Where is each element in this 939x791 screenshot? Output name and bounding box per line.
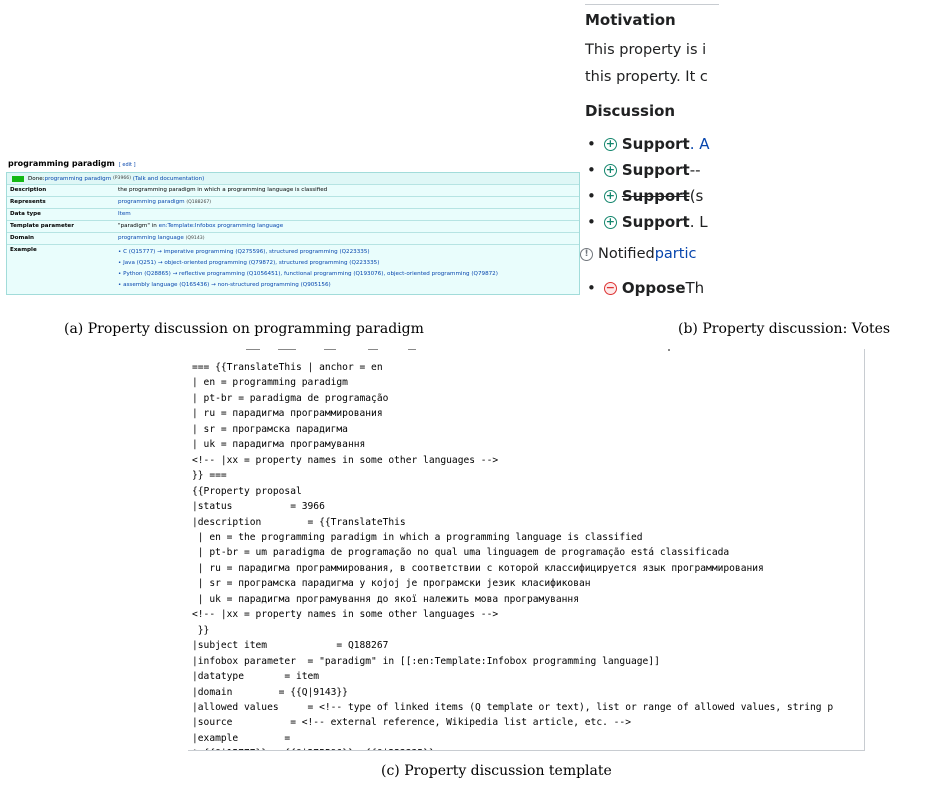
vote-item: • − Oppose Th xyxy=(587,279,704,297)
domain-id: (Q9143) xyxy=(185,236,205,241)
example-item[interactable]: assembly language (Q165436) → non-struct… xyxy=(118,280,579,291)
notified-text: Notified xyxy=(598,246,655,262)
property-proposal-box: programming paradigm [ edit ] Done: progr… xyxy=(6,159,580,305)
property-id: (P3966) xyxy=(112,176,132,181)
proposal-title: programming paradigm [ edit ] xyxy=(8,159,136,168)
done-status-badge xyxy=(12,175,24,182)
row-key: Template parameter xyxy=(10,223,74,229)
table-row: Domain programming language (Q9143) xyxy=(7,233,579,245)
table-row: Template parameter "paradigm" in en:Temp… xyxy=(7,221,579,233)
domain-link[interactable]: programming language xyxy=(118,235,184,241)
vote-item: • + Support -- xyxy=(587,161,701,179)
motivation-heading: Motivation xyxy=(585,11,676,29)
represents-link[interactable]: programming paradigm xyxy=(118,199,185,205)
row-key: Represents xyxy=(10,199,46,205)
example-item[interactable]: Python (Q28865) → reflective programming… xyxy=(118,269,579,280)
caption-c: (c) Property discussion template xyxy=(381,763,612,779)
vote-rest: (s xyxy=(689,187,704,205)
votes-panel: Motivation This property is i this prope… xyxy=(579,0,719,308)
table-row: Data type Item xyxy=(7,209,579,221)
info-icon: ! xyxy=(580,247,593,261)
represents-id: (Q188267) xyxy=(186,200,212,205)
vote-label: Support xyxy=(621,213,690,231)
row-value: programming paradigm (Q188267) xyxy=(118,197,579,206)
vote-label: Support xyxy=(621,135,690,153)
row-value: "paradigm" in en:Template:Infobox progra… xyxy=(118,221,579,230)
row-value: C (Q15777) → imperative programming (Q27… xyxy=(118,245,579,292)
row-key: Data type xyxy=(10,211,41,217)
status-prefix: Done: xyxy=(28,175,45,182)
template-link[interactable]: en:Template:Infobox programming language xyxy=(159,223,284,229)
discussion-heading: Discussion xyxy=(585,102,676,120)
vote-label: Oppose xyxy=(621,279,686,297)
vote-item: • + Support (s xyxy=(587,187,703,205)
support-icon: + xyxy=(603,188,617,203)
row-key: Domain xyxy=(10,235,34,241)
datatype-link[interactable]: Item xyxy=(118,211,131,217)
support-icon: + xyxy=(603,162,617,177)
table-row: Description the programming paradigm in … xyxy=(7,185,579,197)
example-list: C (Q15777) → imperative programming (Q27… xyxy=(118,247,579,291)
status-row: Done: programming paradigm (P3966) (Talk… xyxy=(7,173,579,185)
wikitext-source[interactable]: === {{TranslateThis | anchor = en | en =… xyxy=(192,360,833,750)
property-link[interactable]: programming paradigm xyxy=(45,176,112,182)
bullet: • xyxy=(587,279,596,297)
bullet: • xyxy=(587,187,596,205)
example-item[interactable]: C (Q15777) → imperative programming (Q27… xyxy=(118,247,579,258)
cut-off-line xyxy=(619,302,679,308)
clipped-toolbar xyxy=(246,349,670,351)
divider xyxy=(585,4,719,5)
vote-item: • + Support. L xyxy=(587,213,708,231)
row-value: the programming paradigm in which a prog… xyxy=(118,187,328,193)
table-row: Example C (Q15777) → imperative programm… xyxy=(7,245,579,294)
vote-item: • + Support. A xyxy=(587,135,710,153)
bullet: • xyxy=(587,213,596,231)
edit-link[interactable]: [ edit ] xyxy=(119,162,136,168)
vote-rest: Th xyxy=(685,279,705,297)
template-param-text: "paradigm" in xyxy=(118,223,159,229)
bullet: • xyxy=(587,135,596,153)
proposal-title-text: programming paradigm xyxy=(8,159,115,168)
support-icon: + xyxy=(603,214,617,229)
proposal-table: Done: programming paradigm (P3966) (Talk… xyxy=(6,172,580,295)
vote-rest: -- xyxy=(689,161,701,179)
row-key: Description xyxy=(10,187,47,193)
vote-rest[interactable]: . A xyxy=(690,135,710,153)
talk-link[interactable]: (Talk and documentation) xyxy=(133,176,205,182)
participants-link[interactable]: partic xyxy=(655,246,697,262)
example-item[interactable]: Java (Q251) → object-oriented programmin… xyxy=(118,258,579,269)
row-key: Example xyxy=(10,247,37,253)
caption-b: (b) Property discussion: Votes xyxy=(678,321,891,337)
notified-line: ! Notified partic xyxy=(580,246,696,262)
vote-label: Support xyxy=(621,161,690,179)
caption-a: (a) Property discussion on programming p… xyxy=(64,321,424,337)
bullet: • xyxy=(587,161,596,179)
vote-rest: . L xyxy=(689,213,708,231)
support-icon: + xyxy=(603,136,617,151)
motivation-text-line: This property is i xyxy=(585,42,707,58)
oppose-icon: − xyxy=(603,280,617,295)
row-value: programming language (Q9143) xyxy=(118,233,579,242)
wikitext-editor[interactable]: === {{TranslateThis | anchor = en | en =… xyxy=(188,349,865,751)
row-value: Item xyxy=(118,209,579,218)
motivation-text-line: this property. It c xyxy=(585,69,708,85)
vote-label-struck: Support xyxy=(621,187,690,205)
table-row: Represents programming paradigm (Q188267… xyxy=(7,197,579,209)
